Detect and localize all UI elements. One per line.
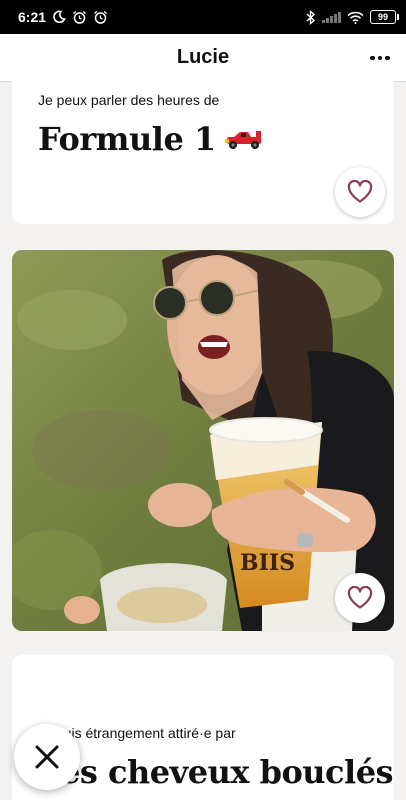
- status-bar: 6:21 99: [0, 0, 406, 34]
- profile-name: Lucie: [176, 46, 230, 68]
- alarm-icon: [73, 10, 86, 24]
- more-dot: [385, 55, 390, 61]
- prompt-card: Je peux parler des heures de Formule 1: [12, 72, 394, 224]
- status-time: 6:21: [18, 9, 47, 25]
- profile-photo[interactable]: BIIS: [12, 250, 394, 631]
- heart-icon: [347, 586, 373, 609]
- prompt-label: Je peux parler des heures de: [38, 92, 220, 108]
- prompt-answer: Les cheveux bouclés: [38, 753, 394, 791]
- more-options-button[interactable]: [368, 46, 392, 70]
- status-left: 6:21: [18, 9, 108, 25]
- prompt-answer: Formule 1: [38, 120, 216, 158]
- like-photo-button[interactable]: [335, 573, 385, 623]
- race-car-icon: [224, 131, 261, 149]
- more-dot: [370, 55, 375, 61]
- more-dot: [377, 55, 383, 61]
- battery-icon: 99: [370, 10, 399, 24]
- signal-icon: [322, 11, 341, 23]
- wifi-icon: [347, 11, 364, 24]
- like-prompt-button[interactable]: [335, 167, 385, 217]
- heart-icon: [347, 180, 373, 203]
- svg-text:BIIS: BIIS: [240, 550, 295, 576]
- battery-level: 99: [377, 12, 388, 22]
- photo-image: BIIS: [12, 250, 394, 631]
- prompt-answer-row: Formule 1: [38, 120, 264, 158]
- bluetooth-icon: [306, 9, 316, 25]
- pass-button[interactable]: [14, 724, 80, 790]
- status-right: 99: [306, 9, 399, 25]
- moon-icon: [53, 10, 66, 24]
- alarm-icon: [94, 10, 107, 24]
- close-icon: [35, 745, 59, 769]
